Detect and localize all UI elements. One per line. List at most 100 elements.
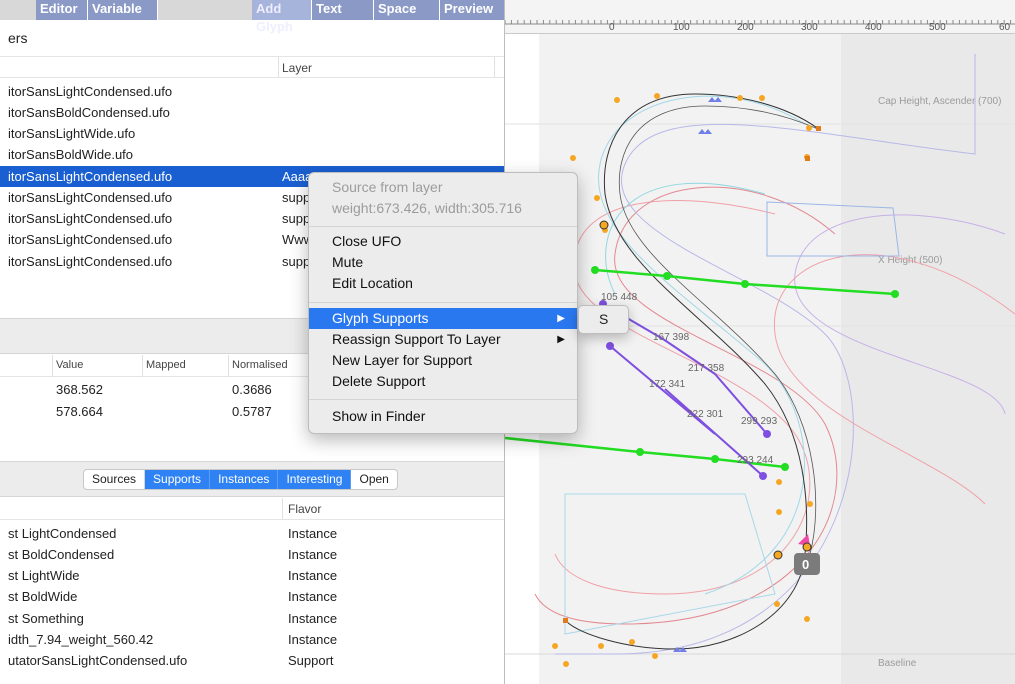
menu-glyph-supports-label: Glyph Supports: [332, 310, 429, 326]
ruler-label: 400: [865, 22, 882, 33]
master-layer: supp: [282, 190, 311, 205]
tab-preview[interactable]: Preview: [440, 0, 504, 20]
submenu-arrow-icon: ▶: [557, 334, 565, 345]
col-divider: [228, 355, 229, 377]
ruler-label: 100: [673, 22, 690, 33]
seg-interesting[interactable]: Interesting: [278, 470, 352, 489]
ruler-ticks: 0 100 200 300 400 500 60: [505, 20, 1015, 33]
instance-row[interactable]: st BoldCondensed Instance: [0, 544, 504, 565]
axis-normalised: 0.5787: [232, 404, 272, 419]
instance-flavor: Instance: [288, 632, 338, 647]
master-name: itorSansLightCondensed.ufo: [8, 169, 173, 184]
menu-glyph-supports[interactable]: Glyph Supports ▶: [309, 308, 577, 329]
master-name: itorSansLightWide.ufo: [8, 126, 136, 141]
menu-separator: [309, 226, 577, 227]
menu-mute[interactable]: Mute: [309, 252, 577, 273]
instance-row[interactable]: st BoldWide Instance: [0, 586, 504, 607]
submenu-arrow-icon: ▶: [557, 313, 565, 324]
ruler-label: 500: [929, 22, 946, 33]
instance-name: idth_7.94_weight_560.42: [8, 632, 154, 647]
master-row[interactable]: itorSansLightWide.ufo: [0, 123, 504, 144]
seg-open[interactable]: Open: [351, 470, 396, 489]
instance-name: st LightCondensed: [8, 526, 117, 541]
toolbar: Editor Variable Add Glyph Text Space Pre…: [0, 0, 504, 34]
glyph-drawing[interactable]: Cap Height, Ascender (700) X Height (500…: [505, 34, 1015, 684]
col-mapped[interactable]: Mapped: [146, 359, 186, 371]
col-value[interactable]: Value: [56, 359, 83, 371]
ruler-label: 300: [801, 22, 818, 33]
horizontal-ruler: 0 100 200 300 400 500 60: [505, 0, 1015, 34]
seg-sources[interactable]: Sources: [84, 470, 146, 489]
axis-value[interactable]: 578.664: [56, 404, 103, 419]
master-layer: supp: [282, 211, 311, 226]
menu-edit-location[interactable]: Edit Location: [309, 273, 577, 294]
instance-flavor: Instance: [288, 526, 338, 541]
point-index-label: 0: [802, 557, 809, 572]
master-row[interactable]: itorSansLightCondensed.ufo: [0, 81, 504, 102]
guide-label-cap: Cap Height, Ascender (700): [878, 96, 1001, 107]
menu-new-layer[interactable]: New Layer for Support: [309, 350, 577, 371]
col-divider: [282, 498, 283, 520]
instance-name: utatorSansLightCondensed.ufo: [8, 653, 188, 668]
seg-supports[interactable]: Supports: [145, 470, 211, 489]
master-name: itorSansBoldWide.ufo: [8, 147, 134, 162]
instance-flavor: Support: [288, 653, 334, 668]
instance-flavor: Instance: [288, 611, 338, 626]
col-divider: [142, 355, 143, 377]
sidebearing-area: [841, 34, 1015, 684]
instance-name: st BoldWide: [8, 589, 78, 604]
source-type-segmented: Sources Supports Instances Interesting O…: [83, 469, 398, 490]
selected-point[interactable]: [802, 542, 812, 552]
glyph-canvas[interactable]: 0 100 200 300 400 500 60 Cap Height, Asc…: [505, 0, 1015, 684]
col-normalised[interactable]: Normalised: [232, 359, 288, 371]
col-flavor[interactable]: Flavor: [288, 502, 321, 516]
master-name: itorSansLightCondensed.ufo: [8, 211, 173, 226]
col-layer[interactable]: Layer: [282, 61, 312, 75]
instance-flavor: Instance: [288, 547, 338, 562]
master-row[interactable]: itorSansBoldWide.ufo: [0, 144, 504, 165]
svg-text:222 301: 222 301: [687, 409, 724, 420]
master-name: itorSansLightCondensed.ufo: [8, 232, 173, 247]
tab-variable[interactable]: Variable: [88, 0, 158, 20]
svg-text:293 244: 293 244: [737, 455, 774, 466]
menu-reassign-label: Reassign Support To Layer: [332, 331, 501, 347]
ruler-label: 200: [737, 22, 754, 33]
menu-separator: [309, 399, 577, 400]
menu-close-ufo[interactable]: Close UFO: [309, 231, 577, 252]
instance-flavor: Instance: [288, 568, 338, 583]
ruler-label: 0: [609, 22, 615, 33]
instance-row[interactable]: st LightWide Instance: [0, 565, 504, 586]
tab-editor[interactable]: Editor: [36, 0, 88, 20]
svg-text:299 293: 299 293: [741, 416, 778, 427]
masters-header: Layer: [0, 56, 504, 78]
col-divider: [278, 57, 279, 77]
master-layer: supp: [282, 254, 311, 269]
master-name: itorSansLightCondensed.ufo: [8, 84, 173, 99]
menu-reassign-support[interactable]: Reassign Support To Layer ▶: [309, 329, 577, 350]
master-name: itorSansLightCondensed.ufo: [8, 254, 173, 269]
instance-name: st Something: [8, 611, 84, 626]
instance-row[interactable]: st LightCondensed Instance: [0, 523, 504, 544]
instance-row[interactable]: st Something Instance: [0, 608, 504, 629]
guide-label-baseline: Baseline: [878, 658, 917, 669]
instance-name: st LightWide: [8, 568, 80, 583]
seg-instances[interactable]: Instances: [210, 470, 279, 489]
svg-text:105 448: 105 448: [601, 292, 638, 303]
master-row[interactable]: itorSansBoldCondensed.ufo: [0, 102, 504, 123]
tab-text[interactable]: Text: [312, 0, 374, 20]
submenu-item-s[interactable]: S: [599, 311, 608, 327]
instance-row[interactable]: idth_7.94_weight_560.42 Instance: [0, 629, 504, 650]
menu-show-in-finder[interactable]: Show in Finder: [309, 406, 577, 427]
axis-normalised: 0.3686: [232, 382, 272, 397]
axis-value[interactable]: 368.562: [56, 382, 103, 397]
menu-separator: [309, 302, 577, 303]
menu-delete-support[interactable]: Delete Support: [309, 371, 577, 392]
menu-header-location: weight:673.426, width:305.716: [332, 200, 522, 216]
instance-flavor: Instance: [288, 589, 338, 604]
instance-row[interactable]: utatorSansLightCondensed.ufo Support: [0, 650, 504, 671]
ruler-label: 60: [999, 22, 1011, 33]
tab-space[interactable]: Space: [374, 0, 440, 20]
svg-text:217 358: 217 358: [688, 363, 725, 374]
col-divider: [494, 57, 495, 77]
tab-add-glyph[interactable]: Add Glyph: [252, 0, 312, 34]
